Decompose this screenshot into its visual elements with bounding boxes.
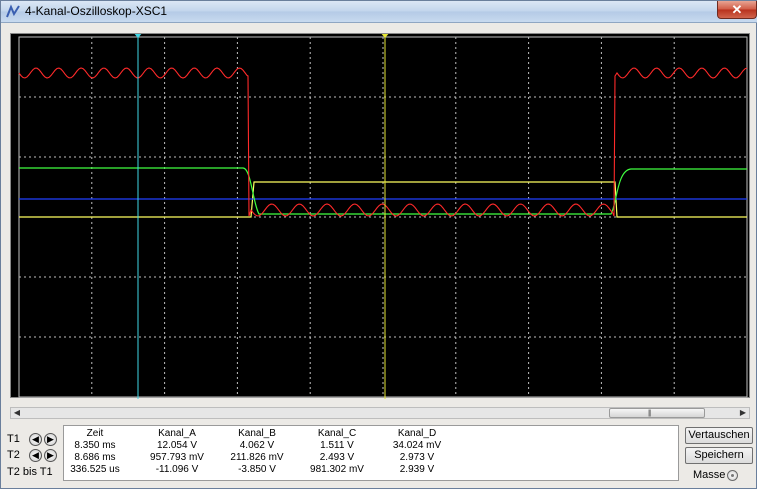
header-zeit: Zeit [86, 428, 104, 439]
cell: -3.850 V [238, 464, 276, 475]
column-zeit: Zeit 8.350 ms 8.686 ms 336.525 us [66, 428, 124, 476]
scroll-thumb[interactable]: ||| [609, 408, 705, 418]
measurement-table: Zeit 8.350 ms 8.686 ms 336.525 us Kanal_… [63, 425, 679, 481]
masse-radio[interactable] [727, 470, 738, 481]
horizontal-scrollbar[interactable]: ◀ ||| ▶ [10, 407, 750, 419]
close-icon: ✕ [731, 2, 743, 17]
window-title: 4-Kanal-Oszilloskop-XSC1 [25, 4, 168, 18]
cell: 1.511 V [320, 440, 354, 451]
row-label-t2-minus-t1: T2 bis T1 [7, 466, 53, 478]
scroll-left-icon[interactable]: ◀ [11, 408, 23, 418]
header-kanal-b: Kanal_B [238, 428, 276, 439]
t1-left-arrow-icon[interactable]: ◀ [29, 433, 42, 446]
cell: 34.024 mV [392, 440, 442, 451]
row-label-t1: T1 [7, 433, 20, 445]
cell: 981.302 mV [310, 464, 364, 475]
column-kanal-b: Kanal_B 4.062 V 211.826 mV -3.850 V [220, 428, 294, 476]
header-kanal-c: Kanal_C [317, 428, 357, 439]
cell: 8.686 ms [74, 452, 116, 463]
cell: 211.826 mV [230, 452, 284, 463]
scroll-grip-icon: ||| [648, 410, 652, 417]
oscilloscope-window: 4-Kanal-Oszilloskop-XSC1 ✕ ◀ ||| ▶ T1 ◀ … [0, 0, 757, 489]
header-kanal-a: Kanal_A [158, 428, 196, 439]
cell: 8.350 ms [74, 440, 116, 451]
t1-right-arrow-icon[interactable]: ▶ [44, 433, 57, 446]
oscilloscope-app-icon [6, 4, 20, 18]
row-label-t2: T2 [7, 449, 20, 461]
cell: 2.493 V [319, 452, 355, 463]
cell: -11.096 V [155, 464, 199, 475]
t2-right-arrow-icon[interactable]: ▶ [44, 449, 57, 462]
scroll-right-icon[interactable]: ▶ [737, 408, 749, 418]
waveform-display [18, 34, 748, 399]
cell: 4.062 V [239, 440, 275, 451]
column-kanal-c: Kanal_C 1.511 V 2.493 V 981.302 mV [300, 428, 374, 476]
cell: 2.939 V [399, 464, 435, 475]
title-bar[interactable]: 4-Kanal-Oszilloskop-XSC1 ✕ [1, 1, 757, 23]
cell: 2.973 V [399, 452, 435, 463]
cell: 336.525 us [70, 464, 120, 475]
close-button[interactable]: ✕ [717, 1, 757, 19]
header-kanal-d: Kanal_D [397, 428, 437, 439]
cell: 957.793 mV [150, 452, 204, 463]
oscilloscope-screen[interactable] [10, 33, 750, 399]
t2-left-arrow-icon[interactable]: ◀ [29, 449, 42, 462]
cell: 12.054 V [156, 440, 198, 451]
speichern-button[interactable]: Speichern [685, 447, 753, 464]
vertauschen-button[interactable]: Vertauschen [685, 427, 753, 444]
masse-label: Masse [693, 469, 726, 481]
column-kanal-d: Kanal_D 34.024 mV 2.973 V 2.939 V [380, 428, 454, 476]
column-kanal-a: Kanal_A 12.054 V 957.793 mV -11.096 V [140, 428, 214, 476]
